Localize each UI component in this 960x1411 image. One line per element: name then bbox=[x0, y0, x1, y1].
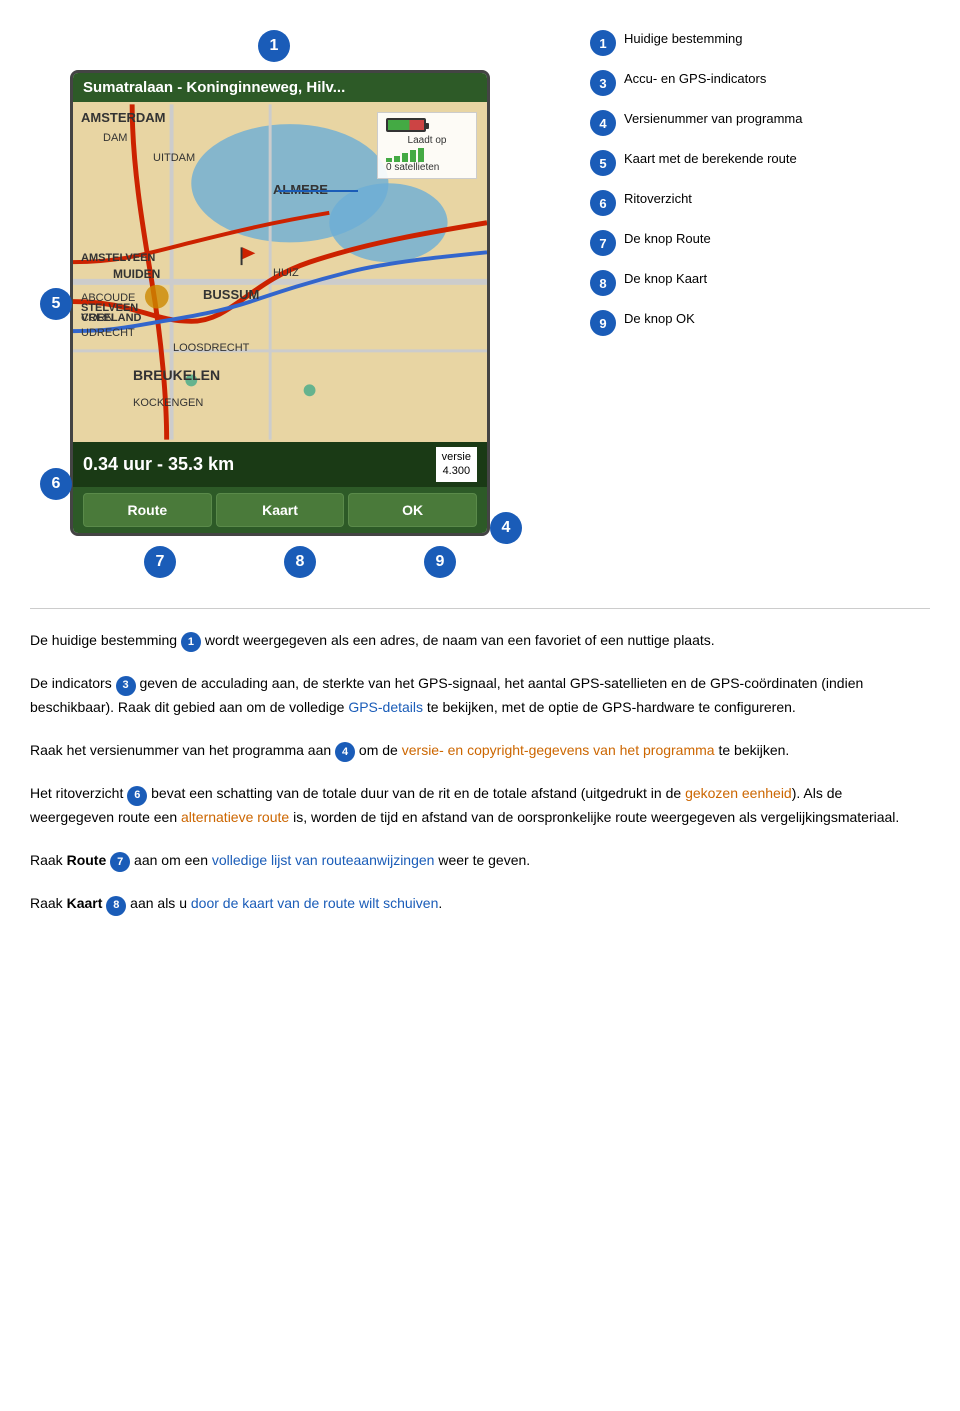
map-label-breukelen: BREUKELEN bbox=[133, 367, 220, 383]
below-callouts: 7 8 9 bbox=[30, 536, 570, 578]
trip-info: 0.34 uur - 35.3 km bbox=[83, 454, 234, 475]
device-title-bar: Sumatralaan - Koninginneweg, Hilv... bbox=[73, 73, 487, 102]
legend-circle-5: 5 bbox=[590, 150, 616, 176]
alternatieve-route-link[interactable]: alternatieve route bbox=[181, 809, 289, 825]
legend-circle-8: 8 bbox=[590, 270, 616, 296]
device-title: Sumatralaan - Koninginneweg, Hilv... bbox=[83, 79, 345, 96]
map-label-amstelveen: AMSTELVEEN bbox=[81, 252, 155, 264]
map-label-bussum: BUSSUM bbox=[203, 287, 259, 302]
route-button[interactable]: Route bbox=[83, 493, 212, 527]
map-label-dam: DAM bbox=[103, 132, 127, 144]
legend-item-8: 8 De knop Kaart bbox=[590, 270, 930, 296]
signal-bar-4 bbox=[410, 150, 416, 162]
callout-5-left: 5 bbox=[40, 288, 72, 320]
legend-item-7: 7 De knop Route bbox=[590, 230, 930, 256]
callout-7-below: 7 bbox=[144, 546, 176, 578]
inline-circle-4: 4 bbox=[335, 742, 355, 762]
gps-loading-label: Laadt op bbox=[386, 135, 468, 146]
device-screen: Sumatralaan - Koninginneweg, Hilv... bbox=[70, 70, 490, 536]
legend-item-5: 5 Kaart met de berekende route bbox=[590, 150, 930, 176]
map-label-huiz: HUIZ bbox=[273, 267, 299, 279]
kaart-bold: Kaart bbox=[67, 895, 103, 911]
callout-4: 4 bbox=[490, 512, 522, 544]
map-label-loosdrecht: LOOSDRECHT bbox=[173, 342, 249, 354]
page-wrapper: 1 5 6 Sumatralaan - Koninginneweg, Hilv.… bbox=[0, 0, 960, 936]
connector-3 bbox=[278, 190, 358, 192]
signal-bars bbox=[386, 146, 468, 162]
callout-9-below: 9 bbox=[424, 546, 456, 578]
inline-circle-6: 6 bbox=[127, 786, 147, 806]
signal-bar-3 bbox=[402, 153, 408, 162]
gekozen-eenheid-link[interactable]: gekozen eenheid bbox=[685, 785, 792, 801]
callout-8-below: 8 bbox=[284, 546, 316, 578]
map-label-muiden: MUIDEN bbox=[113, 267, 160, 281]
legend-circle-9: 9 bbox=[590, 310, 616, 336]
inline-circle-1: 1 bbox=[181, 632, 201, 652]
device-map: AMSTERDAM DAM UITDAM ALMERE AMSTELVEEN M… bbox=[73, 102, 487, 442]
desc-para-1: De huidige bestemming 1 wordt weergegeve… bbox=[30, 629, 930, 653]
satellites-text: 0 satellieten bbox=[386, 162, 468, 173]
callout-6-left: 6 bbox=[40, 468, 72, 500]
version-copyright-link[interactable]: versie- en copyright-gegevens van het pr… bbox=[402, 742, 715, 758]
battery-bar bbox=[386, 118, 468, 132]
legend-item-4: 4 Versienummer van programma bbox=[590, 110, 930, 136]
legend-text-3: Accu- en GPS-indicators bbox=[624, 70, 766, 88]
battery-icon bbox=[386, 118, 426, 132]
version-text: versie4.300 bbox=[442, 451, 471, 477]
version-box: versie4.300 bbox=[436, 447, 477, 482]
desc-para-3: De indicators 3 geven de acculading aan,… bbox=[30, 672, 930, 718]
callout-1: 1 bbox=[258, 30, 290, 62]
legend-item-3: 3 Accu- en GPS-indicators bbox=[590, 70, 930, 96]
route-bold: Route bbox=[67, 852, 107, 868]
legend-circle-4: 4 bbox=[590, 110, 616, 136]
map-label-kockengen: KOCKENGEN bbox=[133, 397, 203, 409]
legend-text-7: De knop Route bbox=[624, 230, 711, 248]
legend-text-6: Ritoverzicht bbox=[624, 190, 692, 208]
legend-text-4: Versienummer van programma bbox=[624, 110, 802, 128]
legend-item-6: 6 Ritoverzicht bbox=[590, 190, 930, 216]
map-label-corn: CORN bbox=[81, 312, 113, 324]
legend-text-8: De knop Kaart bbox=[624, 270, 707, 288]
routeaanwijzingen-link[interactable]: volledige lijst van routeaanwijzingen bbox=[212, 852, 435, 868]
legend-text-5: Kaart met de berekende route bbox=[624, 150, 797, 168]
inline-circle-3: 3 bbox=[116, 676, 136, 696]
device-buttons: Route Kaart OK bbox=[73, 487, 487, 533]
schuiven-link[interactable]: door de kaart van de route wilt schuiven bbox=[191, 895, 438, 911]
legend-circle-1: 1 bbox=[590, 30, 616, 56]
top-section: 1 5 6 Sumatralaan - Koninginneweg, Hilv.… bbox=[30, 20, 930, 578]
legend-circle-7: 7 bbox=[590, 230, 616, 256]
kaart-button[interactable]: Kaart bbox=[216, 493, 345, 527]
gps-details-link[interactable]: GPS-details bbox=[348, 699, 423, 715]
legend-item-9: 9 De knop OK bbox=[590, 310, 930, 336]
map-label-udrecht: UDRECHT bbox=[81, 327, 135, 339]
map-label-amsterdam: AMSTERDAM bbox=[81, 110, 166, 125]
device-area: 1 5 6 Sumatralaan - Koninginneweg, Hilv.… bbox=[30, 20, 570, 578]
descriptions: De huidige bestemming 1 wordt weergegeve… bbox=[30, 608, 930, 917]
inline-circle-8: 8 bbox=[106, 896, 126, 916]
legend-text-1: Huidige bestemming bbox=[624, 30, 743, 48]
desc-para-8: Raak Kaart 8 aan als u door de kaart van… bbox=[30, 892, 930, 916]
device-bottom-bar: 0.34 uur - 35.3 km versie4.300 bbox=[73, 442, 487, 487]
desc-para-4: Raak het versienummer van het programma … bbox=[30, 739, 930, 763]
gps-overlay: Laadt op 0 satellieten bbox=[377, 112, 477, 179]
map-label-uitdam: UITDAM bbox=[153, 152, 195, 164]
inline-circle-7: 7 bbox=[110, 852, 130, 872]
desc-para-7: Raak Route 7 aan om een volledige lijst … bbox=[30, 849, 930, 873]
legend-item-1: 1 Huidige bestemming bbox=[590, 30, 930, 56]
legend-circle-3: 3 bbox=[590, 70, 616, 96]
legend-area: 1 Huidige bestemming 3 Accu- en GPS-indi… bbox=[590, 20, 930, 336]
signal-bar-5 bbox=[418, 148, 424, 162]
desc-para-6: Het ritoverzicht 6 bevat een schatting v… bbox=[30, 782, 930, 828]
legend-circle-6: 6 bbox=[590, 190, 616, 216]
ok-button[interactable]: OK bbox=[348, 493, 477, 527]
legend-text-9: De knop OK bbox=[624, 310, 695, 328]
